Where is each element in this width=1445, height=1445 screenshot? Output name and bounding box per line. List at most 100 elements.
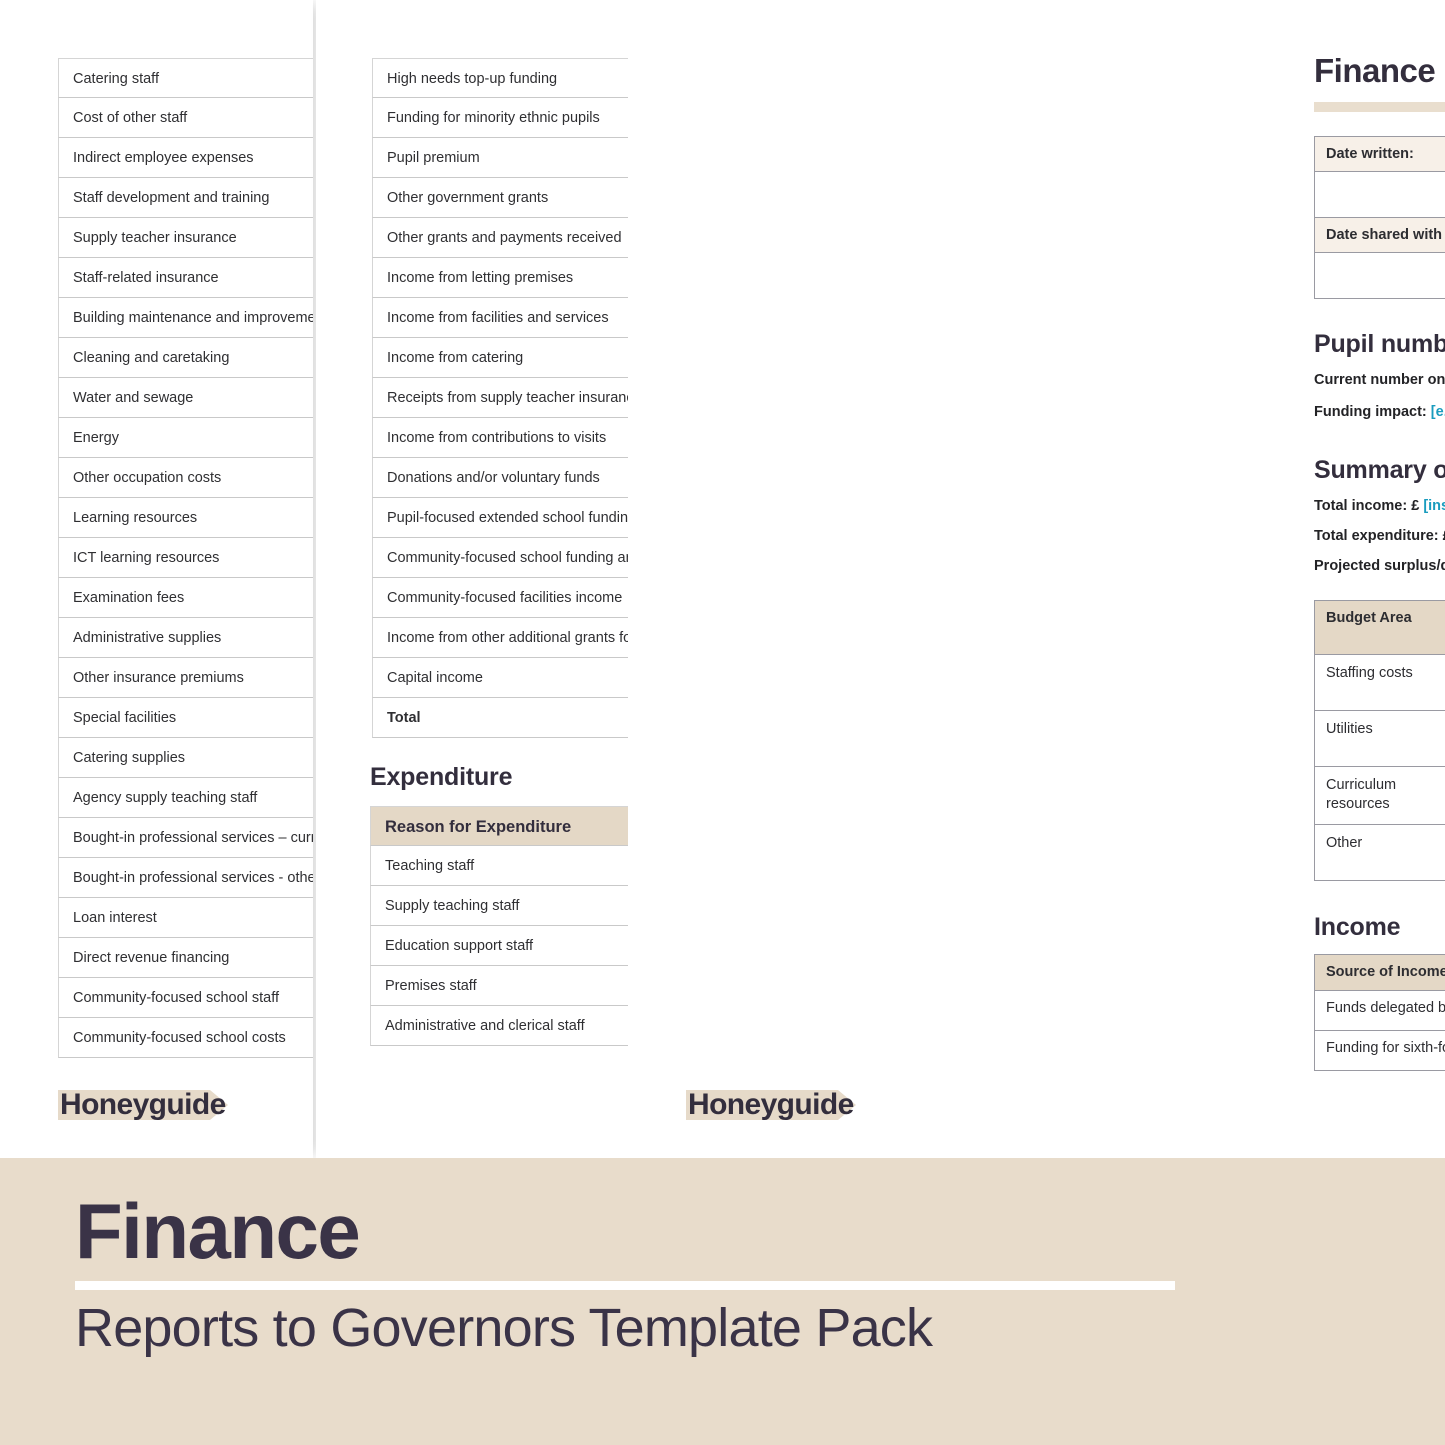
pupil-funding-label: Funding impact: xyxy=(1314,403,1427,420)
logo-wordmark: Honeyguide xyxy=(688,1088,854,1121)
pupil-funding-placeholder[interactable]: [e.g. NOR decrease causing reduced fundi… xyxy=(1431,404,1445,420)
table-row: Date shared with governing body: Date of… xyxy=(1314,216,1445,253)
list-item[interactable]: Bought-in professional services – curric… xyxy=(58,818,313,858)
income-source-cell: Funds delegated by the local authority (… xyxy=(1314,990,1445,1032)
list-item[interactable]: Other government grants xyxy=(372,178,628,218)
table-row: Date written: Written by: xyxy=(1314,135,1445,172)
product-banner: Finance Reports to Governors Template Pa… xyxy=(0,1158,1445,1445)
list-item[interactable]: Water and sewage xyxy=(58,378,313,418)
budget-area-cell: Other xyxy=(1313,823,1445,881)
logo-wordmark: Honeyguide xyxy=(60,1088,226,1121)
list-item[interactable]: Other insurance premiums xyxy=(58,658,313,698)
honeyguide-logo: Honeyguide xyxy=(58,1084,228,1126)
list-item[interactable]: Teaching staff xyxy=(370,846,628,886)
banner-text-block: Finance Reports to Governors Template Pa… xyxy=(75,1192,1195,1357)
list-item[interactable]: Supply teacher insurance xyxy=(58,218,313,258)
list-item[interactable]: Learning resources xyxy=(58,498,313,538)
list-item[interactable]: Other grants and payments received xyxy=(372,218,628,258)
list-item[interactable]: Staff-related insurance xyxy=(58,258,313,298)
list-item[interactable]: Bought-in professional services - other xyxy=(58,858,313,898)
summary-budget-heading: Summary of Current Budget xyxy=(1314,455,1445,484)
expenditure-list-middle: Reason for Expenditure Teaching staff Supp… xyxy=(370,806,628,1046)
document-page-card-middle: High needs top-up funding Funding for min… xyxy=(316,0,628,1158)
list-item[interactable]: Community-focused school funding and/or … xyxy=(372,538,628,578)
summary-total-income-placeholder[interactable]: [insert amount] xyxy=(1423,498,1445,514)
page-title: Finance Report to Governors xyxy=(1314,52,1445,89)
screenshot-root: Catering staff Cost of other staff Indirec… xyxy=(0,0,1445,1445)
meta-value-date-written[interactable] xyxy=(1314,170,1445,218)
list-item[interactable]: Pupil premium xyxy=(372,138,628,178)
list-item[interactable]: Catering supplies xyxy=(58,738,313,778)
table-row xyxy=(1314,170,1445,218)
list-item[interactable]: ICT learning resources xyxy=(58,538,313,578)
summary-total-income-label: Total income: £ xyxy=(1314,497,1420,514)
title-accent-rule xyxy=(1314,101,1445,112)
list-item[interactable]: High needs top-up funding xyxy=(372,58,628,98)
list-item[interactable]: Community-focused school costs xyxy=(58,1018,313,1058)
honeyguide-logo: Honeyguide xyxy=(686,1084,856,1126)
expenditure-section-heading: Expenditure xyxy=(370,763,513,791)
banner-divider xyxy=(75,1281,1175,1290)
list-item[interactable]: Funding for minority ethnic pupils xyxy=(372,98,628,138)
table-row xyxy=(1314,251,1445,299)
list-item[interactable]: Supply teaching staff xyxy=(370,886,628,926)
list-item[interactable]: Building maintenance and improvement xyxy=(58,298,313,338)
list-item[interactable]: Special facilities xyxy=(58,698,313,738)
list-item[interactable]: Other occupation costs xyxy=(58,458,313,498)
list-item[interactable]: Income from other additional grants for … xyxy=(372,618,628,658)
list-item[interactable]: Income from catering xyxy=(372,338,628,378)
income-section-heading: Income xyxy=(1314,912,1401,941)
list-item[interactable]: Agency supply teaching staff xyxy=(58,778,313,818)
pupil-nor-label: Current number on roll (NOR): xyxy=(1314,371,1445,388)
pupil-funding-impact-line: Funding impact: [e.g. NOR decrease causi… xyxy=(1314,404,1445,420)
list-item[interactable]: Cost of other staff xyxy=(58,98,313,138)
list-item[interactable]: Cleaning and caretaking xyxy=(58,338,313,378)
budget-variance-table: Budget AreaBudgeted (£)Actual (£)Varianc… xyxy=(1313,599,1445,881)
table-row: Curriculum resources xyxy=(1313,765,1445,825)
list-item[interactable]: Income from facilities and services xyxy=(372,298,628,338)
meta-label-date-written: Date written: xyxy=(1314,135,1445,172)
list-item[interactable]: Staff development and training xyxy=(58,178,313,218)
meta-label-date-shared: Date shared with governing body: xyxy=(1314,216,1445,253)
list-item[interactable]: Administrative and clerical staff xyxy=(370,1006,628,1046)
table-header-row: Budget AreaBudgeted (£)Actual (£)Varianc… xyxy=(1313,599,1445,655)
list-item[interactable]: Direct revenue financing xyxy=(58,938,313,978)
table-row: Funds delegated by the local authority (… xyxy=(1314,990,1445,1032)
document-page-card-left: Catering staff Cost of other staff Indirec… xyxy=(0,0,313,1158)
list-item[interactable]: Premises staff xyxy=(370,966,628,1006)
summary-surplus-deficit-label: Projected surplus/deficit: £ xyxy=(1314,557,1445,574)
table-row: Utilities xyxy=(1313,709,1445,767)
list-item[interactable]: Income from contributions to visits xyxy=(372,418,628,458)
list-item[interactable]: Capital income xyxy=(372,658,628,698)
list-item[interactable]: Income from letting premises xyxy=(372,258,628,298)
list-item[interactable]: Community-focused school staff xyxy=(58,978,313,1018)
summary-total-income-line: Total income: £ [insert amount] xyxy=(1314,498,1445,514)
document-page-card-right: Finance Report to Governors Date written… xyxy=(628,0,1445,1158)
list-item[interactable]: Pupil-focused extended school funding an… xyxy=(372,498,628,538)
list-item[interactable]: Administrative supplies xyxy=(58,618,313,658)
list-item[interactable]: Loan interest xyxy=(58,898,313,938)
banner-subtitle: Reports to Governors Template Pack xyxy=(75,1298,933,1358)
list-item[interactable]: Energy xyxy=(58,418,313,458)
budget-table-body: Staffing costs Utilities Curriculum resour… xyxy=(1313,653,1445,881)
finance-report-document: Finance Report to Governors Date written… xyxy=(1313,52,1445,1072)
column-header: Budget Area xyxy=(1313,599,1445,655)
income-table-body: Funds delegated by the local authority (… xyxy=(1314,990,1445,1072)
report-meta-table: Date written: Written by: Date shared wi… xyxy=(1314,135,1445,299)
list-item[interactable]: Examination fees xyxy=(58,578,313,618)
list-item[interactable]: Donations and/or voluntary funds xyxy=(372,458,628,498)
summary-total-expenditure-line: Total expenditure: £ [insert amount] xyxy=(1314,528,1445,544)
list-item[interactable]: Catering staff xyxy=(58,58,313,98)
list-item[interactable]: Receipts from supply teacher insurance xyxy=(372,378,628,418)
pupil-nor-line: Current number on roll (NOR): [Insert nu… xyxy=(1314,372,1445,388)
list-item[interactable]: Education support staff xyxy=(370,926,628,966)
list-item[interactable]: Indirect employee expenses xyxy=(58,138,313,178)
table-row: Funding for sixth-form pupils [if applic… xyxy=(1314,1030,1445,1072)
list-item-total: Total xyxy=(372,698,628,738)
income-source-list-middle: High needs top-up funding Funding for min… xyxy=(372,58,628,738)
income-source-cell: Funding for sixth-form pupils [if applic… xyxy=(1314,1030,1445,1072)
meta-value-date-shared[interactable] xyxy=(1314,251,1445,299)
list-item[interactable]: Community-focused facilities income xyxy=(372,578,628,618)
table-row: Other xyxy=(1313,823,1445,881)
banner-title: Finance xyxy=(75,1187,361,1275)
